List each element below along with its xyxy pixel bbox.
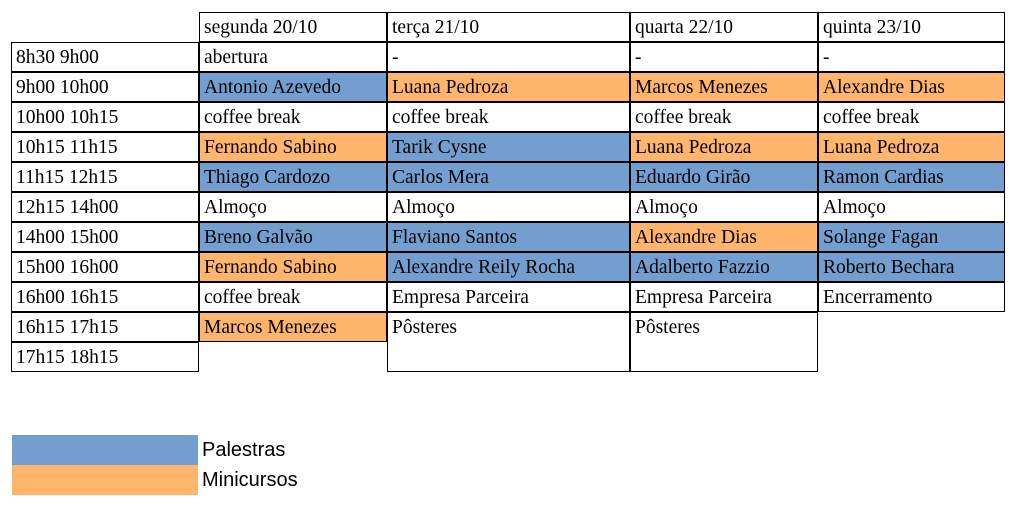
session-cell-quarta: -: [630, 42, 818, 72]
session-cell-quarta: Luana Pedroza: [630, 132, 818, 162]
session-cell-quarta: Eduardo Girão: [630, 162, 818, 192]
session-cell-segunda: abertura: [199, 42, 387, 72]
time-slot: 17h15 18h15: [11, 342, 199, 372]
session-cell-quinta: Ramon Cardias: [818, 162, 1005, 192]
minicursos-swatch: [12, 465, 198, 495]
session-cell-segunda: Breno Galvão: [199, 222, 387, 252]
session-cell-terca: coffee break: [387, 102, 630, 132]
session-cell-quarta: Pôsteres: [630, 312, 818, 342]
empty-cell: [387, 342, 630, 372]
empty-cell: [630, 342, 818, 372]
session-cell-quarta: Marcos Menezes: [630, 72, 818, 102]
session-cell-segunda: Almoço: [199, 192, 387, 222]
session-cell-quinta: coffee break: [818, 102, 1005, 132]
session-cell-quinta: Encerramento: [818, 282, 1005, 312]
time-slot: 14h00 15h00: [11, 222, 199, 252]
legend-label-palestras: Palestras: [202, 439, 286, 461]
session-cell-segunda: coffee break: [199, 282, 387, 312]
session-cell-quarta: coffee break: [630, 102, 818, 132]
time-slot: 8h30 9h00: [11, 42, 199, 72]
session-cell-segunda: Marcos Menezes: [199, 312, 387, 342]
palestras-swatch: [12, 435, 198, 465]
session-cell-segunda: Antonio Azevedo: [199, 72, 387, 102]
time-slot: 16h00 16h15: [11, 282, 199, 312]
session-cell-segunda: Fernando Sabino: [199, 252, 387, 282]
time-slot: 16h15 17h15: [11, 312, 199, 342]
session-cell-terca: Almoço: [387, 192, 630, 222]
session-cell-quinta: Roberto Bechara: [818, 252, 1005, 282]
time-slot: 11h15 12h15: [11, 162, 199, 192]
time-slot: 12h15 14h00: [11, 192, 199, 222]
header-segunda: segunda 20/10: [199, 12, 387, 42]
time-slot: 10h15 11h15: [11, 132, 199, 162]
legend-label-minicursos: Minicursos: [202, 469, 298, 491]
session-cell-quarta: Almoço: [630, 192, 818, 222]
session-cell-segunda: Fernando Sabino: [199, 132, 387, 162]
time-slot: 9h00 10h00: [11, 72, 199, 102]
header-terca: terça 21/10: [387, 12, 630, 42]
session-cell-quinta: Solange Fagan: [818, 222, 1005, 252]
session-cell-terca: Pôsteres: [387, 312, 630, 342]
session-cell-terca: Tarik Cysne: [387, 132, 630, 162]
session-cell-quarta: Empresa Parceira: [630, 282, 818, 312]
session-cell-quinta: Alexandre Dias: [818, 72, 1005, 102]
time-slot: 10h00 10h15: [11, 102, 199, 132]
header-quarta: quarta 22/10: [630, 12, 818, 42]
session-cell-quinta: Luana Pedroza: [818, 132, 1005, 162]
session-cell-terca: Alexandre Reily Rocha: [387, 252, 630, 282]
session-cell-terca: Flaviano Santos: [387, 222, 630, 252]
schedule-table: segunda 20/10 terça 21/10 quarta 22/10 quin…: [0, 0, 1033, 400]
time-slot: 15h00 16h00: [11, 252, 199, 282]
session-cell-terca: Luana Pedroza: [387, 72, 630, 102]
session-cell-segunda: Thiago Cardozo: [199, 162, 387, 192]
session-cell-quinta: -: [818, 42, 1005, 72]
session-cell-terca: -: [387, 42, 630, 72]
session-cell-terca: Carlos Mera: [387, 162, 630, 192]
session-cell-segunda: coffee break: [199, 102, 387, 132]
header-quinta: quinta 23/10: [818, 12, 1005, 42]
session-cell-quarta: Adalberto Fazzio: [630, 252, 818, 282]
session-cell-terca: Empresa Parceira: [387, 282, 630, 312]
session-cell-quarta: Alexandre Dias: [630, 222, 818, 252]
session-cell-quinta: Almoço: [818, 192, 1005, 222]
